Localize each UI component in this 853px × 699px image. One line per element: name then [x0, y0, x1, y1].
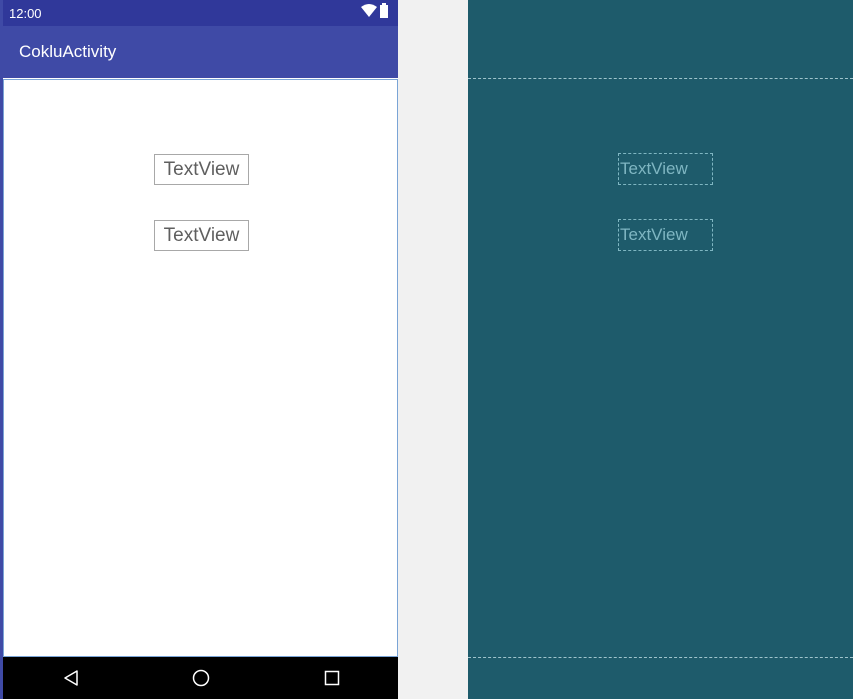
status-icons	[361, 2, 388, 22]
home-icon[interactable]	[191, 668, 211, 688]
blueprint-appbar-divider	[468, 78, 853, 79]
recents-icon[interactable]	[322, 668, 342, 688]
layout-content-area[interactable]: TextView TextView	[3, 79, 398, 657]
blueprint-textview-1[interactable]: TextView	[618, 153, 713, 185]
back-icon[interactable]	[61, 668, 81, 688]
textview-2[interactable]: TextView	[154, 220, 249, 251]
wifi-icon	[361, 3, 377, 22]
app-bar: CokluActivity	[3, 26, 398, 78]
blueprint-navbar-divider	[468, 657, 853, 658]
navigation-bar	[3, 657, 398, 699]
battery-icon	[380, 2, 388, 22]
textview-1[interactable]: TextView	[154, 154, 249, 185]
app-title: CokluActivity	[19, 42, 117, 61]
status-time: 12:00	[9, 6, 42, 21]
blueprint-view[interactable]: TextView TextView	[468, 0, 853, 699]
design-preview: 12:00 CokluActivity TextView TextView	[0, 0, 398, 699]
blueprint-textview-2[interactable]: TextView	[618, 219, 713, 251]
editor-gap	[398, 0, 468, 699]
status-bar: 12:00	[3, 0, 398, 26]
